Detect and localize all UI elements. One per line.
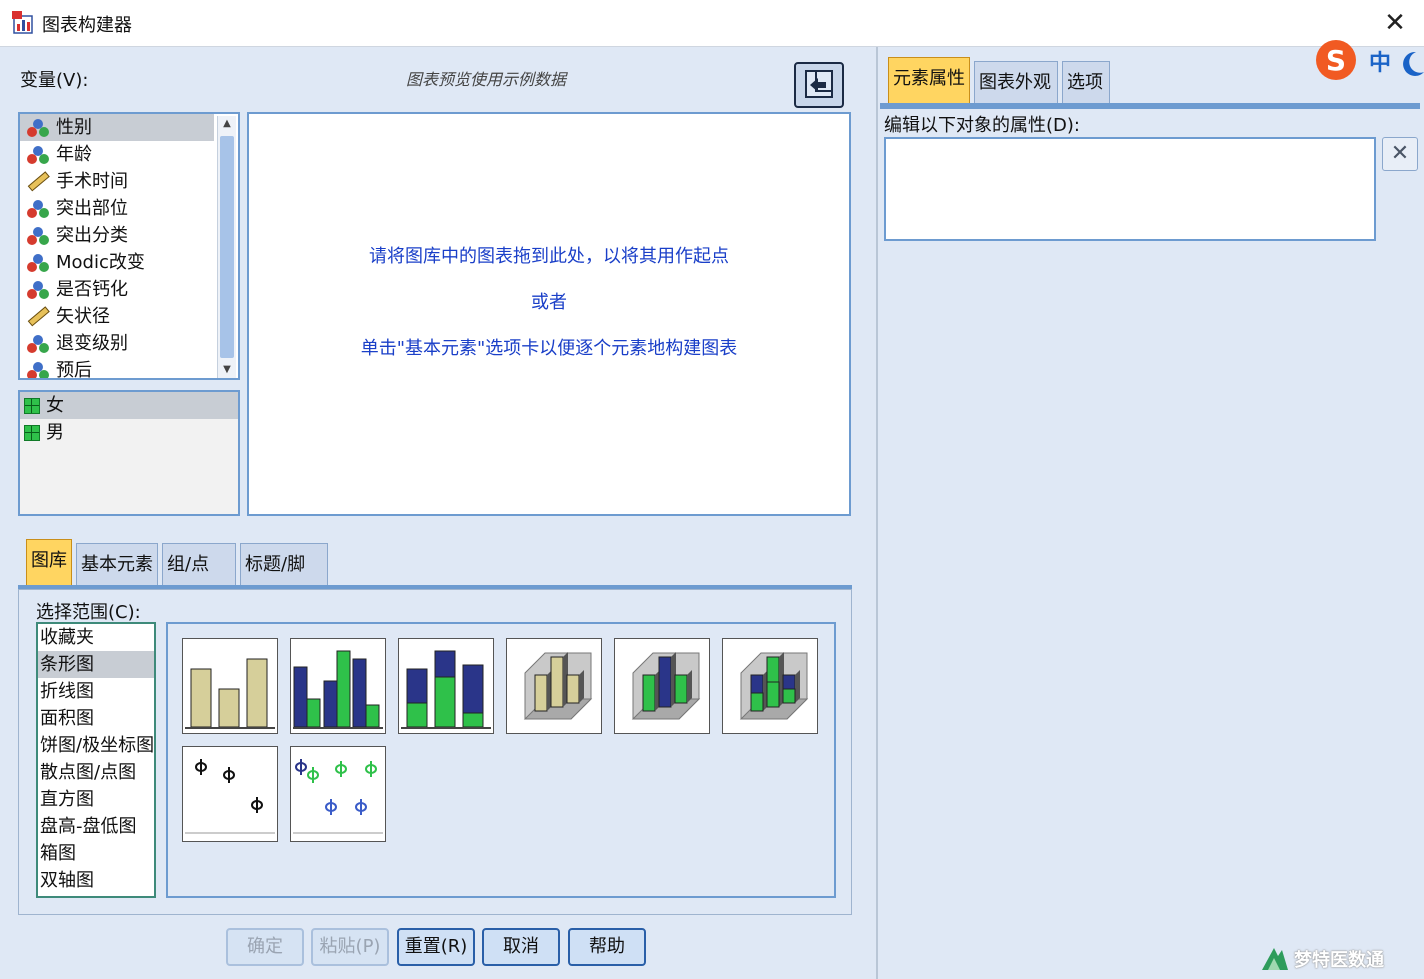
hint-or: 或者 (531, 292, 567, 313)
thumbnail-error-bar-clustered[interactable] (290, 746, 386, 842)
category-item[interactable]: 男 (20, 419, 238, 446)
variable-name: 退变级别 (56, 333, 128, 354)
chart-type-item[interactable]: 面积图 (38, 705, 154, 732)
ime-toolbar[interactable]: S 中 (1312, 38, 1424, 84)
variable-name: 突出部位 (56, 198, 128, 219)
chart-type-item[interactable]: 直方图 (38, 786, 154, 813)
nominal-balls-icon (27, 145, 49, 164)
tab-0[interactable]: 图库 (26, 539, 72, 585)
collapse-panel-icon (805, 70, 833, 98)
category-grid-icon (24, 397, 40, 414)
variable-item[interactable]: 年龄 (20, 141, 238, 168)
nominal-balls-icon (27, 226, 49, 245)
thumbnail-stacked-bar[interactable] (398, 638, 494, 734)
watermark-text: 梦特医数通 (1294, 950, 1384, 971)
ok-button[interactable]: 确定 (226, 928, 304, 966)
variable-name: 年龄 (56, 144, 92, 165)
close-button[interactable]: ✕ (1380, 8, 1410, 38)
chart-type-list[interactable]: 收藏夹 条形图 折线图 面积图 饼图/极坐标图 散点图/点图 直方图 盘高-盘低图 箱图 双轴图 (36, 622, 156, 898)
variable-list-scrollbar[interactable]: ▲ ▼ (217, 116, 236, 378)
sogou-ime-icon: S 中 (1316, 40, 1424, 80)
properties-object-list[interactable] (884, 137, 1376, 241)
watermark: 梦特医数通 (1260, 944, 1420, 974)
thumbnail-simple-bar[interactable] (182, 638, 278, 734)
variable-item[interactable]: 突出部位 (20, 195, 238, 222)
nominal-balls-icon (27, 361, 49, 378)
chart-type-item[interactable]: 饼图/极坐标图 (38, 732, 154, 759)
preview-label: 图表预览使用示例数据 (406, 70, 567, 89)
chart-type-item[interactable]: 散点图/点图 (38, 759, 154, 786)
variable-list[interactable]: 性别 年龄 手术时间 突出部位 突出分类 Modic改变 是否钙化 矢状径 退变级别 预后 ▲ ▼ (18, 112, 240, 380)
thumbnail-3d-clustered-bar[interactable] (614, 638, 710, 734)
gallery-thumbnails (166, 622, 836, 898)
thumbnail-error-bar-simple[interactable] (182, 746, 278, 842)
cancel-button[interactable]: 取消 (482, 928, 560, 966)
chart-builder-app-icon (12, 11, 33, 34)
svg-text:S: S (1326, 44, 1346, 77)
chart-type-item[interactable]: 盘高-盘低图 (38, 813, 154, 840)
title-bar (0, 0, 1424, 47)
category-grid-icon (24, 424, 40, 441)
category-name: 男 (46, 422, 64, 443)
category-list[interactable]: 女男 (18, 390, 240, 516)
edit-properties-label: 编辑以下对象的属性(D): (884, 115, 1080, 136)
ruler-icon (27, 170, 50, 191)
variable-name: 手术时间 (56, 171, 128, 192)
chart-type-item[interactable]: 折线图 (38, 678, 154, 705)
nominal-balls-icon (27, 334, 49, 353)
chart-type-item[interactable]: 箱图 (38, 840, 154, 867)
properties-tab-2[interactable]: 选项 (1062, 61, 1110, 103)
tab-3[interactable]: 标题/脚注 (240, 543, 328, 617)
variable-name: Modic改变 (56, 252, 145, 273)
variable-item[interactable]: 预后 (20, 357, 238, 380)
help-button[interactable]: 帮助 (568, 928, 646, 966)
variable-name: 是否钙化 (56, 279, 128, 300)
thumbnail-clustered-bar[interactable] (290, 638, 386, 734)
thumbnail-3d-simple-bar[interactable] (506, 638, 602, 734)
variable-item[interactable]: 性别 (20, 114, 214, 141)
variable-item[interactable]: Modic改变 (20, 249, 238, 276)
scrollbar-thumb[interactable] (220, 136, 234, 358)
chart-preview-canvas[interactable]: 请将图库中的图表拖到此处，以将其用作起点 或者 单击"基本元素"选项卡以便逐个元… (247, 112, 851, 516)
nominal-balls-icon (27, 118, 49, 137)
hint-basic-elements: 单击"基本元素"选项卡以便逐个元素地构建图表 (360, 338, 738, 359)
tab-1[interactable]: 基本元素 (76, 543, 158, 585)
delete-element-button[interactable]: ✕ (1382, 137, 1418, 171)
variable-item[interactable]: 退变级别 (20, 330, 238, 357)
delete-x-icon: ✕ (1390, 141, 1410, 166)
category-name: 女 (46, 395, 64, 416)
variables-label: 变量(V): (20, 70, 89, 91)
properties-tab-0[interactable]: 元素属性 (888, 57, 970, 103)
watermark-logo-icon (1262, 948, 1288, 970)
thumbnail-3d-stacked-bar[interactable] (722, 638, 818, 734)
chart-type-item[interactable]: 收藏夹 (38, 624, 154, 651)
paste-button[interactable]: 粘贴(P) (311, 928, 389, 966)
scroll-up-icon[interactable]: ▲ (218, 116, 236, 132)
variable-item[interactable]: 手术时间 (20, 168, 238, 195)
nominal-balls-icon (27, 253, 49, 272)
choose-from-label: 选择范围(C): (36, 602, 141, 623)
variable-name: 矢状径 (56, 306, 110, 327)
reset-button[interactable]: 重置(R) (397, 928, 475, 966)
nominal-balls-icon (27, 280, 49, 299)
nominal-balls-icon (27, 199, 49, 218)
chart-type-item[interactable]: 条形图 (38, 651, 154, 678)
properties-tab-1[interactable]: 图表外观 (974, 61, 1058, 103)
svg-text:中: 中 (1369, 51, 1391, 76)
variable-item[interactable]: 矢状径 (20, 303, 238, 330)
ruler-icon (27, 305, 50, 326)
chart-type-item[interactable]: 双轴图 (38, 867, 154, 894)
window-title: 图表构建器 (42, 15, 132, 36)
hint-drag: 请将图库中的图表拖到此处，以将其用作起点 (369, 246, 729, 267)
preview-toggle-button[interactable] (794, 62, 844, 108)
variable-item[interactable]: 突出分类 (20, 222, 238, 249)
scroll-down-icon[interactable]: ▼ (218, 362, 236, 378)
variable-name: 预后 (56, 360, 92, 380)
tab-2[interactable]: 组/点 ID (162, 543, 236, 617)
variable-item[interactable]: 是否钙化 (20, 276, 238, 303)
variable-name: 突出分类 (56, 225, 128, 246)
category-item[interactable]: 女 (20, 392, 238, 419)
gallery-tabs: 图库基本元素组/点 ID标题/脚注 (18, 537, 852, 617)
variable-name: 性别 (56, 117, 92, 138)
